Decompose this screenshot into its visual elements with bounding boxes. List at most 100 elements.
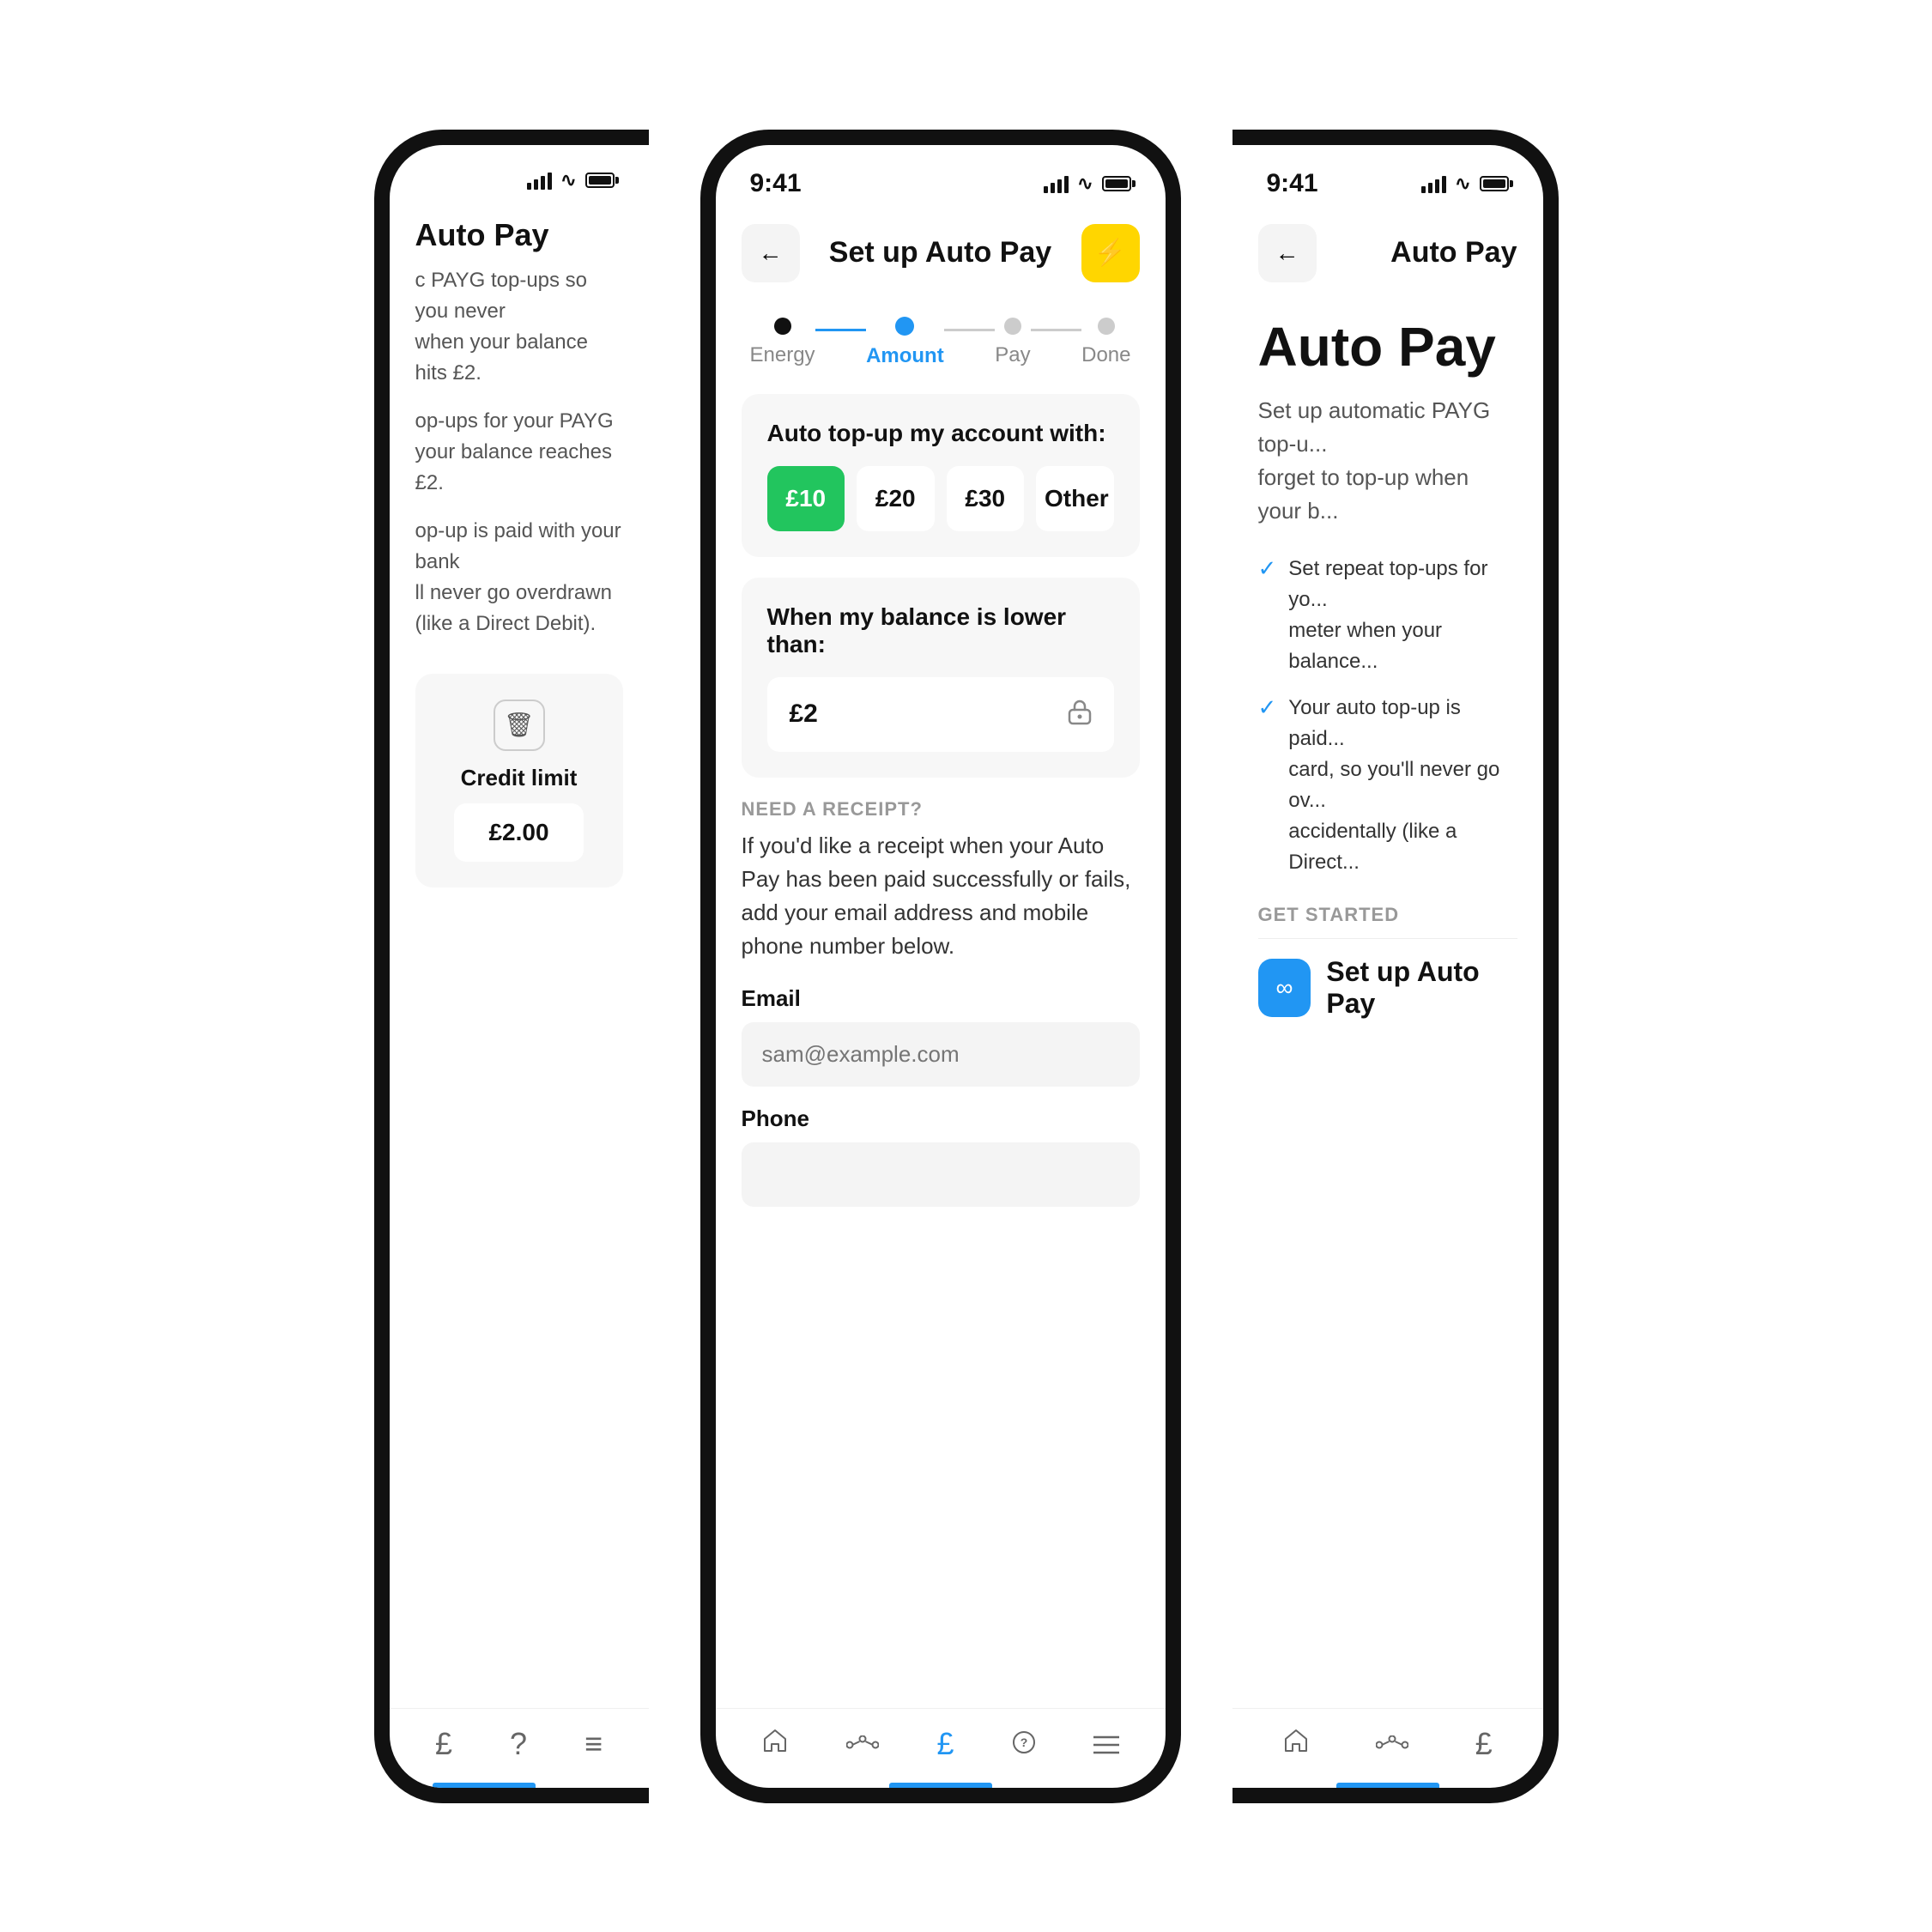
left-bottom-nav: £ ? ≡ bbox=[390, 1708, 649, 1788]
left-nav-pound[interactable]: £ bbox=[435, 1726, 452, 1762]
balance-display: £2 bbox=[767, 677, 1114, 752]
credit-amount-value: £2.00 bbox=[454, 803, 583, 862]
center-signal-icon bbox=[1044, 174, 1069, 193]
step-done-dot bbox=[1098, 318, 1115, 335]
step-pay-label: Pay bbox=[995, 343, 1030, 367]
lock-icon bbox=[1068, 698, 1092, 731]
lightning-icon: ⚡ bbox=[1094, 238, 1126, 268]
back-button[interactable]: ← bbox=[742, 224, 800, 282]
setup-autopay-label: Set up Auto Pay bbox=[1326, 956, 1517, 1020]
setup-autopay-button[interactable]: ∞ Set up Auto Pay bbox=[1258, 956, 1517, 1020]
back-arrow-icon: ← bbox=[759, 239, 783, 267]
right-nav-nodes[interactable] bbox=[1376, 1726, 1408, 1762]
step-pay-dot bbox=[1004, 318, 1021, 335]
left-desc2: op-ups for your PAYGyour balance reaches… bbox=[415, 406, 623, 499]
battery-icon bbox=[585, 173, 615, 188]
step-line-2 bbox=[944, 329, 996, 331]
step-energy-dot bbox=[774, 318, 791, 335]
topup-card-title: Auto top-up my account with: bbox=[767, 420, 1114, 447]
step-energy-label: Energy bbox=[750, 343, 815, 367]
amount-other-button[interactable]: Other bbox=[1036, 466, 1114, 531]
left-nav-indicator bbox=[433, 1783, 536, 1788]
amount-options: £10 £20 £30 Other bbox=[767, 466, 1114, 531]
balance-card: When my balance is lower than: £2 bbox=[742, 578, 1140, 778]
amount-30-button[interactable]: £30 bbox=[947, 466, 1025, 531]
svg-text:?: ? bbox=[1020, 1735, 1027, 1749]
check-item-2: ✓ Your auto top-up is paid...card, so yo… bbox=[1258, 693, 1517, 878]
left-phone: ∿ Auto Pay c PAYG top-ups so you neverwh… bbox=[374, 130, 649, 1803]
phone-input[interactable] bbox=[742, 1142, 1140, 1207]
credit-limit-label: Credit limit bbox=[461, 765, 578, 791]
amount-10-button[interactable]: £10 bbox=[767, 466, 845, 531]
right-signal-icon bbox=[1421, 174, 1446, 193]
check-text-1: Set repeat top-ups for yo...meter when y… bbox=[1288, 554, 1517, 677]
right-nav-home[interactable] bbox=[1282, 1726, 1310, 1762]
divider bbox=[1258, 938, 1517, 939]
step-done-label: Done bbox=[1081, 343, 1130, 367]
right-phone: 9:41 ∿ ← Auto Pay Auto Pay Set up automa… bbox=[1232, 130, 1559, 1803]
right-nav-indicator bbox=[1336, 1783, 1439, 1788]
signal-icon bbox=[527, 171, 552, 190]
right-status-bar: 9:41 ∿ bbox=[1232, 145, 1543, 207]
left-desc3: op-up is paid with your bankll never go … bbox=[415, 516, 623, 639]
center-time: 9:41 bbox=[750, 169, 802, 198]
center-wifi-icon: ∿ bbox=[1077, 173, 1093, 195]
step-line-1 bbox=[815, 329, 867, 331]
center-nav-indicator bbox=[889, 1783, 992, 1788]
checkmark-icon-1: ✓ bbox=[1258, 555, 1277, 582]
receipt-section: NEED A RECEIPT? If you'd like a receipt … bbox=[742, 798, 1140, 1226]
infinity-icon: ∞ bbox=[1258, 959, 1311, 1017]
checkmark-icon-2: ✓ bbox=[1258, 694, 1277, 721]
right-nav-pound[interactable]: £ bbox=[1475, 1726, 1493, 1762]
right-back-arrow-icon: ← bbox=[1275, 239, 1299, 267]
right-nav-header: ← Auto Pay bbox=[1232, 207, 1543, 300]
trash-icon[interactable]: 🗑 bbox=[494, 700, 545, 751]
step-line-3 bbox=[1031, 329, 1082, 331]
scene: ∿ Auto Pay c PAYG top-ups so you neverwh… bbox=[0, 0, 1932, 1932]
step-energy: Energy bbox=[750, 318, 815, 367]
center-nav-help[interactable]: ? bbox=[1012, 1726, 1036, 1762]
center-content-area: Auto top-up my account with: £10 £20 £30… bbox=[716, 377, 1166, 1708]
get-started-label: GET STARTED bbox=[1258, 904, 1517, 926]
step-amount-label: Amount bbox=[866, 344, 944, 368]
email-input[interactable] bbox=[742, 1022, 1140, 1087]
step-amount: Amount bbox=[866, 317, 944, 368]
autopay-hero-title: Auto Pay bbox=[1258, 317, 1517, 377]
check-item-1: ✓ Set repeat top-ups for yo...meter when… bbox=[1258, 554, 1517, 677]
check-text-2: Your auto top-up is paid...card, so you'… bbox=[1288, 693, 1517, 878]
right-bottom-nav: £ bbox=[1232, 1708, 1543, 1788]
center-battery-icon bbox=[1102, 176, 1131, 191]
credit-limit-card: 🗑 Credit limit £2.00 bbox=[415, 674, 623, 887]
center-nav-home[interactable] bbox=[761, 1726, 789, 1762]
right-battery-icon bbox=[1480, 176, 1509, 191]
right-time: 9:41 bbox=[1267, 169, 1318, 198]
right-nav-title: Auto Pay bbox=[1390, 236, 1517, 270]
receipt-text: If you'd like a receipt when your Auto P… bbox=[742, 829, 1140, 963]
center-nav-nodes[interactable] bbox=[846, 1726, 879, 1762]
right-wifi-icon: ∿ bbox=[1455, 173, 1470, 195]
email-label: Email bbox=[742, 985, 1140, 1012]
left-nav-help[interactable]: ? bbox=[510, 1726, 527, 1762]
balance-value: £2 bbox=[790, 700, 818, 729]
wifi-icon: ∿ bbox=[560, 169, 576, 191]
center-nav-menu[interactable] bbox=[1093, 1726, 1119, 1762]
amount-20-button[interactable]: £20 bbox=[857, 466, 935, 531]
center-nav-pound[interactable]: £ bbox=[936, 1726, 954, 1762]
receipt-section-label: NEED A RECEIPT? bbox=[742, 798, 1140, 821]
center-status-icons: ∿ bbox=[1044, 173, 1130, 195]
balance-card-title: When my balance is lower than: bbox=[767, 603, 1114, 658]
center-status-bar: 9:41 ∿ bbox=[716, 145, 1166, 207]
left-status-bar: ∿ bbox=[390, 145, 649, 200]
right-status-icons: ∿ bbox=[1421, 173, 1508, 195]
center-bottom-nav: £ ? bbox=[716, 1708, 1166, 1788]
autopay-desc: Set up automatic PAYG top-u...forget to … bbox=[1258, 394, 1517, 528]
left-status-icons: ∿ bbox=[527, 169, 614, 191]
lightning-button[interactable]: ⚡ bbox=[1081, 224, 1140, 282]
left-desc1: c PAYG top-ups so you neverwhen your bal… bbox=[415, 265, 623, 389]
left-nav-menu[interactable]: ≡ bbox=[584, 1726, 603, 1762]
right-back-button[interactable]: ← bbox=[1258, 224, 1317, 282]
center-phone: 9:41 ∿ ← Set up Auto Pay ⚡ bbox=[700, 130, 1181, 1803]
step-done: Done bbox=[1081, 318, 1130, 367]
progress-steps: Energy Amount Pay Done bbox=[716, 300, 1166, 377]
topup-card: Auto top-up my account with: £10 £20 £30… bbox=[742, 394, 1140, 557]
